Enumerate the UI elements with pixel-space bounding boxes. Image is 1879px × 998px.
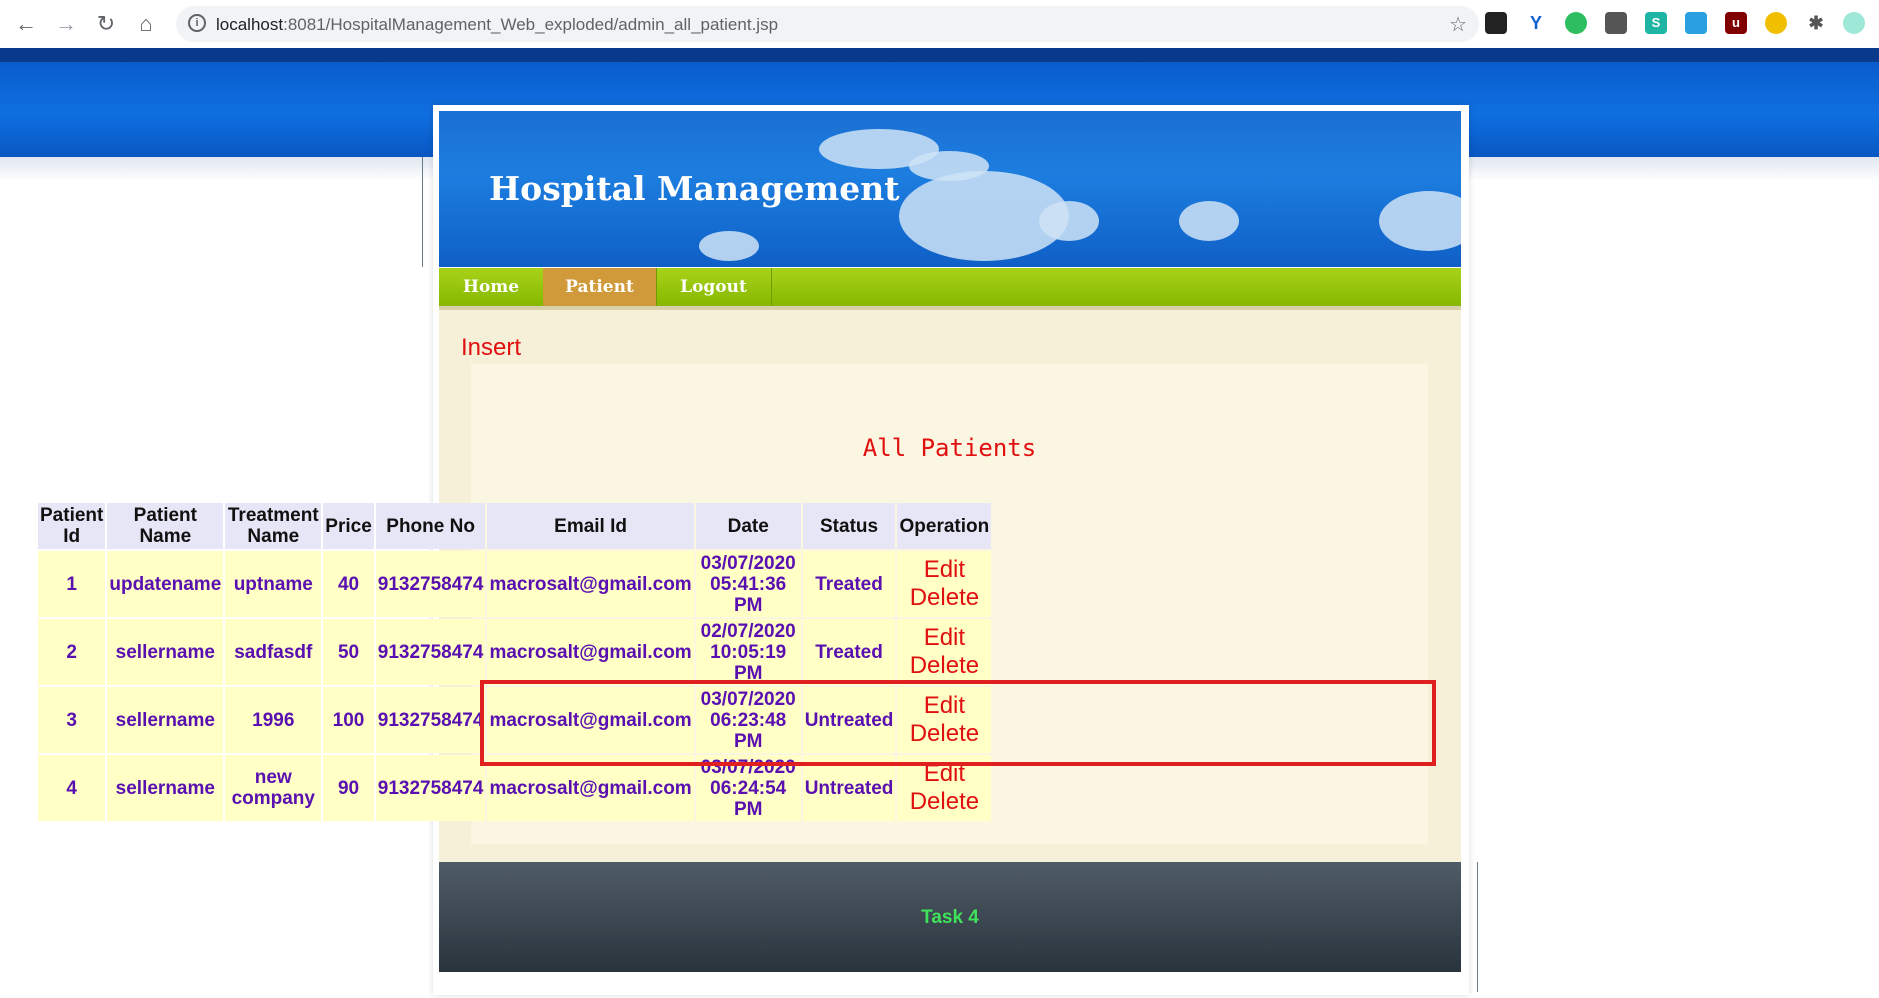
cell-email: macrosalt@gmail.com — [487, 551, 694, 617]
ublock-icon[interactable]: u — [1725, 12, 1747, 34]
profile-avatar[interactable] — [1843, 12, 1865, 34]
main-nav: Home Patient Logout — [439, 268, 1461, 310]
col-header-status: Status — [802, 503, 896, 549]
edit-link[interactable]: Edit — [899, 556, 989, 584]
extensions-icon[interactable]: ✱ — [1805, 12, 1827, 34]
cell-treatment: sadfasdf — [225, 619, 322, 685]
delete-link[interactable]: Delete — [899, 584, 989, 612]
extension-icon-4[interactable] — [1605, 12, 1627, 34]
cell-email: macrosalt@gmail.com — [487, 619, 694, 685]
cell-price: 50 — [323, 619, 374, 685]
row-highlight-box — [480, 680, 1436, 766]
site-footer: Task 4 — [439, 862, 1461, 972]
cell-date: 02/07/2020 10:05:19 PM — [695, 619, 801, 685]
cloud-decoration — [699, 231, 759, 261]
cell-phone: 9132758474 — [375, 755, 486, 821]
cell-price: 40 — [323, 551, 374, 617]
nav-item-patient[interactable]: Patient — [543, 268, 657, 306]
star-icon[interactable]: ☆ — [1449, 12, 1467, 37]
url-path: :8081/HospitalManagement_Web_exploded/ad… — [283, 15, 779, 34]
table-header-row: Patient Id Patient Name Treatment Name P… — [38, 503, 992, 549]
cell-id: 1 — [38, 551, 106, 617]
extension-icon-6[interactable] — [1685, 12, 1707, 34]
cloud-decoration — [1039, 201, 1099, 241]
forward-icon[interactable]: → — [52, 10, 80, 38]
cell-price: 100 — [323, 687, 374, 753]
top-band — [0, 48, 1879, 62]
cell-status: Treated — [802, 551, 896, 617]
cloud-decoration — [1179, 201, 1239, 241]
info-icon[interactable]: i — [188, 14, 206, 32]
cloud-decoration — [1379, 191, 1461, 251]
cell-operation: Edit Delete — [897, 551, 992, 617]
extension-icon-2[interactable]: Y — [1525, 12, 1547, 34]
table-row: 1 updatename uptname 40 9132758474 macro… — [38, 551, 992, 617]
url-text[interactable]: localhost:8081/HospitalManagement_Web_ex… — [216, 15, 778, 35]
site-title: Hospital Management — [489, 169, 900, 208]
url-host: localhost — [216, 15, 284, 34]
cell-name: updatename — [107, 551, 224, 617]
cell-date: 03/07/2020 05:41:36 PM — [695, 551, 801, 617]
cell-treatment: uptname — [225, 551, 322, 617]
extension-icon-5[interactable]: S — [1645, 12, 1667, 34]
table-row: 2 sellername sadfasdf 50 9132758474 macr… — [38, 619, 992, 685]
insert-link[interactable]: Insert — [461, 334, 521, 362]
cell-id: 3 — [38, 687, 106, 753]
col-header-patient-id: Patient Id — [38, 503, 106, 549]
delete-link[interactable]: Delete — [899, 788, 989, 816]
col-header-price: Price — [323, 503, 374, 549]
back-icon[interactable]: ← — [12, 10, 40, 38]
home-icon[interactable]: ⌂ — [132, 10, 160, 38]
extension-icon-1[interactable] — [1485, 12, 1507, 34]
cell-name: sellername — [107, 619, 224, 685]
col-header-treatment-name: Treatment Name — [225, 503, 322, 549]
footer-text: Task 4 — [921, 907, 979, 928]
address-bar[interactable]: i localhost:8081/HospitalManagement_Web_… — [176, 6, 1479, 42]
cell-operation: Edit Delete — [897, 619, 992, 685]
cell-id: 4 — [38, 755, 106, 821]
col-header-phone: Phone No — [375, 503, 486, 549]
col-header-email: Email Id — [487, 503, 694, 549]
evernote-icon[interactable] — [1565, 12, 1587, 34]
site-header: Hospital Management — [439, 111, 1461, 267]
cell-name: sellername — [107, 755, 224, 821]
cell-name: sellername — [107, 687, 224, 753]
nav-item-home[interactable]: Home — [439, 268, 544, 306]
cell-id: 2 — [38, 619, 106, 685]
reload-icon[interactable]: ↻ — [92, 10, 120, 38]
browser-toolbar: ← → ↻ ⌂ i localhost:8081/HospitalManagem… — [0, 0, 1879, 49]
frame-line-left — [422, 157, 423, 267]
cell-phone: 9132758474 — [375, 619, 486, 685]
frame-line-right — [1477, 862, 1478, 992]
edit-link[interactable]: Edit — [899, 624, 989, 652]
cell-phone: 9132758474 — [375, 687, 486, 753]
cell-status: Treated — [802, 619, 896, 685]
cell-phone: 9132758474 — [375, 551, 486, 617]
patients-table: Patient Id Patient Name Treatment Name P… — [36, 501, 993, 823]
cell-treatment: 1996 — [225, 687, 322, 753]
col-header-operation: Operation — [897, 503, 992, 549]
nav-item-logout[interactable]: Logout — [656, 268, 772, 306]
col-header-date: Date — [695, 503, 801, 549]
panel-title: All Patients — [862, 434, 1037, 462]
cell-treatment: new company — [225, 755, 322, 821]
col-header-patient-name: Patient Name — [107, 503, 224, 549]
cell-price: 90 — [323, 755, 374, 821]
delete-link[interactable]: Delete — [899, 652, 989, 680]
extension-icon-8[interactable] — [1765, 12, 1787, 34]
